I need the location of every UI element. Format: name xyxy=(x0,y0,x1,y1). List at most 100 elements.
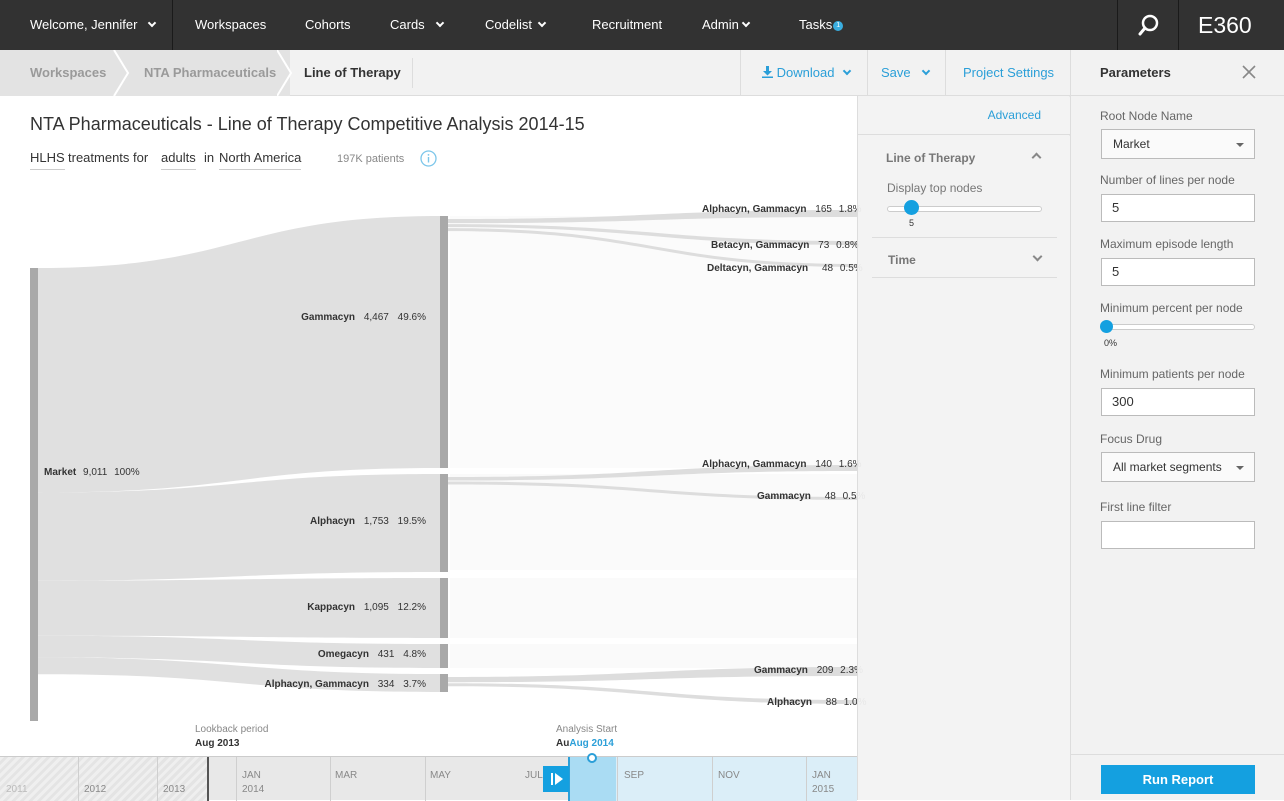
breadcrumb-nta-pharmaceuticals[interactable]: NTA Pharmaceuticals xyxy=(144,50,276,96)
play-button[interactable] xyxy=(543,766,569,792)
month-year-label: 2014 xyxy=(242,784,265,795)
nav-workspaces[interactable]: Workspaces xyxy=(195,0,266,50)
root-node-label: Root Node Name xyxy=(1100,109,1193,123)
first-line-filter-input[interactable] xyxy=(1101,521,1255,549)
run-report-button[interactable]: Run Report xyxy=(1101,765,1255,794)
node-count: 48 xyxy=(824,491,836,502)
node-name: Kappacyn xyxy=(307,602,356,613)
nav-tasks[interactable]: Tasks 1 xyxy=(799,0,844,50)
chevron-down-icon[interactable] xyxy=(1032,251,1043,262)
node-count: 48 xyxy=(821,263,834,274)
sankey-label-l1: Alphacyn, Gammacyn 334 3.7% xyxy=(264,679,426,690)
nav-admin[interactable]: Admin xyxy=(702,0,751,50)
analysis-start-handle[interactable] xyxy=(587,753,597,763)
sankey-chart xyxy=(30,210,857,721)
divider xyxy=(1178,0,1179,50)
sankey-label-root: Market 9,011 100% xyxy=(44,467,140,478)
month-label: SEP xyxy=(624,770,645,781)
divider xyxy=(412,58,413,88)
timeline-scrubber[interactable]: 2011 2012 2013 JAN 2014 MAR MAY JUL SEP … xyxy=(0,753,857,801)
chevron-down-icon xyxy=(921,66,930,76)
node-count: 9,011 xyxy=(83,467,108,478)
brand-logo[interactable]: E360 xyxy=(1198,0,1252,50)
chart-options-panel: Advanced Line of Therapy Display top nod… xyxy=(857,96,1071,800)
download-button[interactable]: Download xyxy=(762,50,852,96)
sankey-label-l2: Deltacyn, Gammacyn 48 0.5% xyxy=(707,263,863,274)
save-button[interactable]: Save xyxy=(881,50,930,96)
month-year-label: 2015 xyxy=(812,784,835,795)
min-percent-slider[interactable] xyxy=(1101,324,1255,330)
divider xyxy=(172,0,173,50)
chevron-up-icon[interactable] xyxy=(1031,152,1042,163)
nav-codelist[interactable]: Codelist xyxy=(485,0,547,50)
root-node-value: Market xyxy=(1113,137,1150,151)
breadcrumb-workspaces[interactable]: Workspaces xyxy=(30,50,106,96)
month-label: NOV xyxy=(718,770,740,781)
user-menu[interactable]: Welcome, Jennifer xyxy=(30,0,157,50)
analysis-handle[interactable] xyxy=(568,757,616,801)
month-label: MAR xyxy=(335,770,358,781)
nav-codelist-label: Codelist xyxy=(485,17,532,32)
sankey-node[interactable] xyxy=(440,674,448,692)
focus-drug-label: Focus Drug xyxy=(1100,432,1163,446)
year-label: 2012 xyxy=(84,784,107,795)
min-patients-input[interactable]: 300 xyxy=(1101,388,1255,416)
tick xyxy=(425,757,426,801)
node-name: Deltacyn, Gammacyn xyxy=(707,263,809,274)
display-top-nodes-label: Display top nodes xyxy=(887,181,983,195)
dropdown-arrow-icon xyxy=(1236,143,1244,147)
sankey-label-l2: Alphacyn 88 1.0% xyxy=(767,697,867,708)
divider xyxy=(872,277,1057,278)
divider xyxy=(858,134,1071,135)
node-name: Gammacyn xyxy=(754,665,808,676)
nav-cohorts[interactable]: Cohorts xyxy=(305,0,351,50)
close-icon[interactable] xyxy=(1241,64,1257,80)
breadcrumb: Workspaces NTA Pharmaceuticals Line of T… xyxy=(0,50,1070,96)
chevron-down-icon xyxy=(435,18,444,28)
slider-thumb[interactable] xyxy=(1100,320,1113,333)
sankey-label-l2: Alphacyn, Gammacyn 140 1.6% xyxy=(702,459,862,470)
lines-per-node-label: Number of lines per node xyxy=(1100,173,1235,187)
max-episode-input[interactable]: 5 xyxy=(1101,258,1255,286)
parameters-title: Parameters xyxy=(1100,65,1171,80)
advanced-link[interactable]: Advanced xyxy=(988,108,1041,122)
month-label: JAN xyxy=(812,770,831,781)
tick xyxy=(236,757,237,801)
nav-cards[interactable]: Cards xyxy=(390,0,444,50)
first-line-filter-label: First line filter xyxy=(1100,500,1172,514)
time-header[interactable]: Time xyxy=(888,253,916,267)
node-name: Gammacyn xyxy=(301,312,356,323)
chevron-down-icon xyxy=(843,66,852,76)
sankey-node[interactable] xyxy=(440,474,448,572)
root-node-select[interactable]: Market xyxy=(1101,129,1255,159)
node-count: 431 xyxy=(377,649,395,660)
flow-band-bg xyxy=(450,474,857,570)
sankey-node[interactable] xyxy=(440,578,448,638)
level1-nodes xyxy=(440,216,448,692)
node-name: Omegacyn xyxy=(317,649,369,660)
save-label: Save xyxy=(881,65,911,80)
sankey-node[interactable] xyxy=(440,216,448,468)
min-percent-label: Minimum percent per node xyxy=(1100,301,1243,315)
sankey-flow[interactable] xyxy=(38,216,440,493)
chevron-down-icon xyxy=(537,18,547,28)
download-label: Download xyxy=(776,65,835,80)
lookback-marker[interactable] xyxy=(207,757,209,801)
slider-thumb[interactable] xyxy=(904,200,919,215)
node-count: 140 xyxy=(815,459,832,470)
lines-per-node-input[interactable]: 5 xyxy=(1101,194,1255,222)
node-name: Alphacyn xyxy=(310,516,356,527)
focus-drug-select[interactable]: All market segments xyxy=(1101,452,1255,482)
line-of-therapy-header[interactable]: Line of Therapy xyxy=(886,151,975,165)
node-count: 73 xyxy=(818,240,830,251)
node-count: 4,467 xyxy=(363,312,389,323)
node-count: 1,095 xyxy=(363,602,389,613)
project-settings-button[interactable]: Project Settings xyxy=(963,50,1054,96)
divider xyxy=(1071,754,1284,755)
sankey-node[interactable] xyxy=(440,644,448,668)
search-icon[interactable] xyxy=(1137,13,1161,37)
node-pct: 3.7% xyxy=(403,679,426,690)
sankey-node-market[interactable] xyxy=(30,268,38,721)
nav-recruitment[interactable]: Recruitment xyxy=(592,0,662,50)
advanced-row: Advanced xyxy=(858,96,1071,134)
